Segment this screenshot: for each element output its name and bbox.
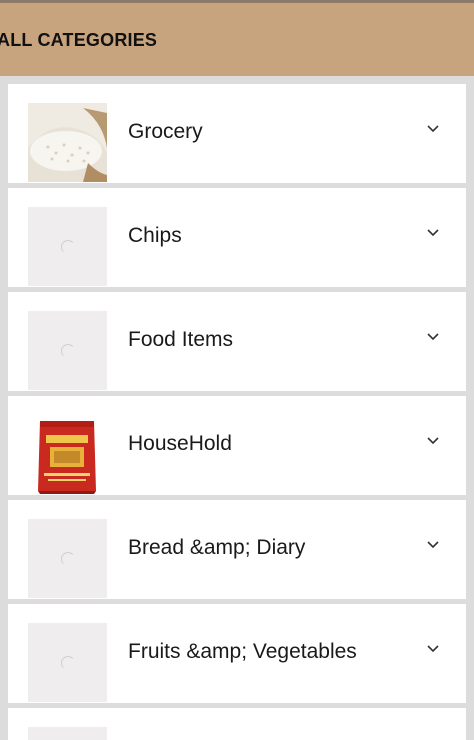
category-item-fruits-vegetables[interactable]: Fruits &amp; Vegetables	[8, 604, 466, 703]
category-label: Food Items	[128, 328, 234, 351]
category-item-household[interactable]: HouseHold	[8, 396, 466, 495]
category-item-food-items[interactable]: Food Items	[8, 292, 466, 391]
category-label: Fruits &amp; Vegetables	[128, 640, 357, 663]
category-item-chips[interactable]: Chips	[8, 188, 466, 287]
category-item-bread-diary[interactable]: Bread &amp; Diary	[8, 500, 466, 599]
category-image-placeholder	[28, 311, 107, 390]
category-image-placeholder	[28, 623, 107, 702]
chevron-down-icon[interactable]	[426, 226, 440, 240]
category-image	[28, 103, 107, 182]
chevron-down-icon[interactable]	[426, 538, 440, 552]
app-header: ALL CATEGORIES	[0, 0, 474, 76]
category-label: HouseHold	[128, 432, 232, 455]
category-item-partial[interactable]	[8, 708, 466, 740]
category-image-placeholder	[28, 727, 107, 740]
category-image-placeholder	[28, 519, 107, 598]
category-label: Grocery	[128, 120, 203, 143]
page-title: ALL CATEGORIES	[0, 30, 158, 50]
chevron-down-icon[interactable]	[426, 330, 440, 344]
category-item-grocery[interactable]: Grocery	[8, 84, 466, 183]
chevron-down-icon[interactable]	[426, 434, 440, 448]
category-label: Bread &amp; Diary	[128, 536, 306, 559]
category-label: Chips	[128, 224, 182, 247]
chevron-down-icon[interactable]	[426, 122, 440, 136]
category-image-placeholder	[28, 207, 107, 286]
category-image	[28, 415, 107, 494]
chevron-down-icon[interactable]	[426, 642, 440, 656]
